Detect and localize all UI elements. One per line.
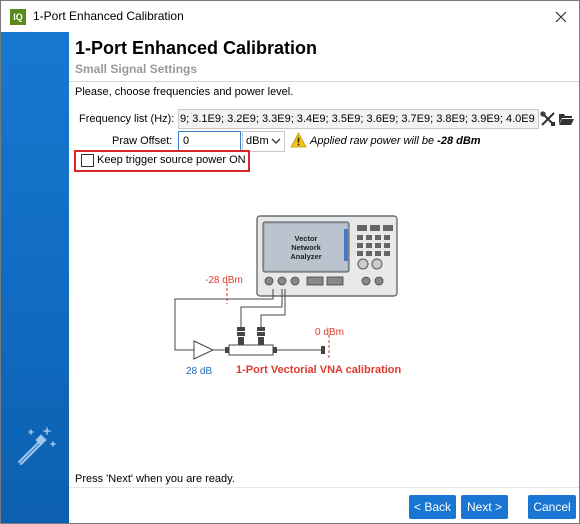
open-file-button[interactable] — [557, 110, 575, 128]
vna-label-line1: Vector — [295, 234, 318, 243]
applied-power-note: Applied raw power will be -28 dBm — [310, 135, 481, 147]
coupler-connectors — [237, 327, 265, 345]
app-logo-icon: IQ — [10, 9, 26, 25]
header-divider — [69, 81, 579, 82]
ready-hint: Press 'Next' when you are ready. — [75, 473, 235, 485]
power-left-label: -28 dBm — [205, 275, 243, 286]
close-button[interactable] — [543, 1, 579, 32]
vna-knob — [357, 258, 369, 270]
close-icon — [555, 11, 567, 22]
calibration-window: IQ 1-Port Enhanced Calibration 1-Port En… — [0, 0, 580, 524]
vna-screen-bar — [344, 229, 348, 261]
power-unit-value: dBm — [246, 135, 269, 147]
applied-power-prefix: Applied raw power will be — [310, 135, 438, 147]
calibration-diagram: Vector Network Analyzer -28 dBm 0 dBm 28… — [174, 215, 402, 377]
keep-trigger-label[interactable]: Keep trigger source power ON — [97, 154, 246, 166]
instruction-text: Please, choose frequencies and power lev… — [75, 86, 294, 98]
gain-label: 28 dB — [186, 366, 212, 377]
folder-open-icon — [559, 114, 574, 125]
back-button[interactable]: < Back — [409, 495, 456, 519]
power-unit-select[interactable]: dBm — [242, 131, 285, 152]
keep-trigger-checkbox[interactable] — [81, 154, 94, 167]
vna-label-line3: Analyzer — [290, 252, 321, 261]
next-button[interactable]: Next > — [461, 495, 508, 519]
power-right-label: 0 dBm — [315, 327, 344, 338]
coupler-port — [225, 347, 229, 353]
praw-offset-label: Praw Offset: — [112, 135, 173, 147]
vna-label-line2: Network — [291, 243, 321, 252]
vna-knob — [371, 258, 383, 270]
cancel-button[interactable]: Cancel — [528, 495, 576, 519]
praw-offset-input[interactable]: 0 — [178, 131, 241, 152]
tools-icon — [540, 111, 555, 126]
output-port — [321, 346, 325, 354]
title-bar: IQ 1-Port Enhanced Calibration — [1, 1, 579, 32]
page-subtitle: Small Signal Settings — [75, 62, 198, 76]
amplifier-symbol — [193, 340, 215, 360]
applied-power-value: -28 dBm — [437, 135, 481, 147]
coupler-port — [273, 347, 277, 353]
directional-coupler — [228, 344, 274, 356]
frequency-list-field[interactable]: 9; 3.1E9; 3.2E9; 3.3E9; 3.4E9; 3.5E9; 3.… — [178, 109, 539, 129]
configure-frequencies-button[interactable] — [539, 110, 557, 128]
page-title: 1-Port Enhanced Calibration — [75, 38, 318, 58]
chevron-down-icon — [271, 138, 281, 144]
magic-wand-icon — [18, 427, 56, 465]
diagram-caption: 1-Port Vectorial VNA calibration — [236, 364, 402, 376]
footer-divider — [69, 487, 579, 488]
frequency-list-label: Frequency list (Hz): — [79, 113, 175, 125]
wizard-sidebar — [1, 32, 69, 523]
warning-icon — [290, 132, 307, 148]
window-title: 1-Port Enhanced Calibration — [33, 9, 184, 23]
